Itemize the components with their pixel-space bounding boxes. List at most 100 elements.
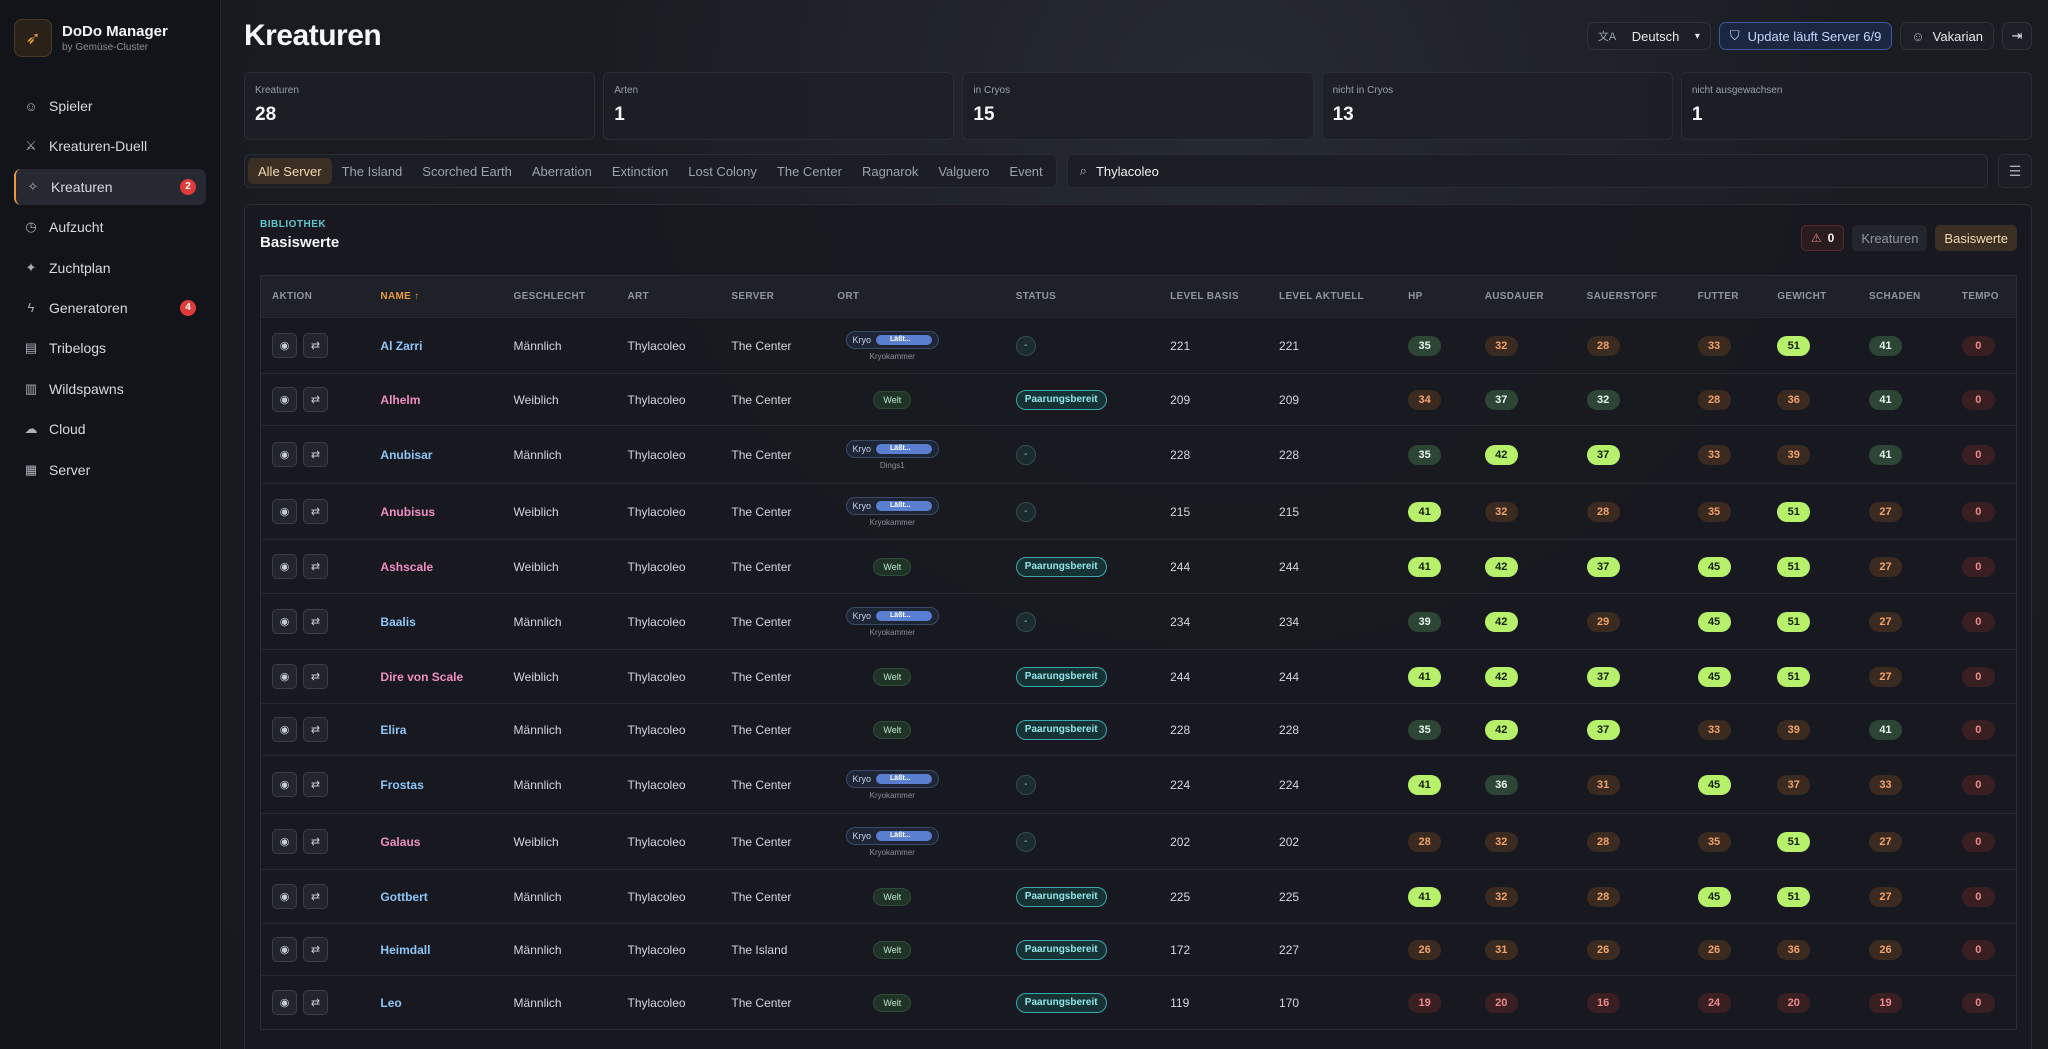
stat-cell: 42 <box>1474 426 1576 484</box>
creature-name-link[interactable]: Galaus <box>380 835 420 849</box>
logout-button[interactable]: ⇥ <box>2002 22 2032 50</box>
breed-button[interactable]: ⇄ <box>303 829 328 854</box>
cryo-pod-badge: Kryo Läßt... <box>845 769 940 788</box>
search-input[interactable] <box>1095 163 1975 179</box>
breed-button[interactable]: ⇄ <box>303 990 328 1015</box>
breed-button[interactable]: ⇄ <box>303 333 328 358</box>
view-button[interactable]: ◉ <box>272 333 297 358</box>
stat-value: 13 <box>1332 104 1354 125</box>
breed-button[interactable]: ⇄ <box>303 772 328 797</box>
view-button[interactable]: ◉ <box>272 387 297 412</box>
tab-server[interactable]: Alle Server <box>248 158 332 184</box>
creature-name-link[interactable]: Dire von Scale <box>380 670 463 684</box>
creature-name-link[interactable]: Gottbert <box>380 890 427 904</box>
view-button[interactable]: ◉ <box>272 717 297 742</box>
tab-server[interactable]: Extinction <box>602 158 678 184</box>
swap-icon: ⇄ <box>310 340 321 352</box>
view-button[interactable]: ◉ <box>272 554 297 579</box>
eye-icon: ◉ <box>279 340 290 352</box>
breed-button[interactable]: ⇄ <box>303 442 328 467</box>
breed-button[interactable]: ⇄ <box>303 554 328 579</box>
sidebar-item-zuchtplan[interactable]: ✦ Zuchtplan <box>14 250 206 286</box>
creature-name-link[interactable]: Al Zarri <box>380 339 422 353</box>
stat-cell: 45 <box>1687 870 1767 924</box>
sidebar-item-server[interactable]: ▦ Server <box>14 452 206 488</box>
tab-server[interactable]: Event <box>999 158 1052 184</box>
sidebar-item-wildspawns[interactable]: ▥ Wildspawns <box>14 371 206 407</box>
sidebar-item-kreaturen-duell[interactable]: ⚔ Kreaturen-Duell <box>14 128 206 164</box>
table-row[interactable]: ◉ ⇄ Dire von Scale Weiblich Thylacoleo The Ce… <box>260 649 2017 704</box>
filter-button[interactable]: ☰ <box>1998 154 2032 188</box>
breed-button[interactable]: ⇄ <box>303 387 328 412</box>
location: Welt <box>837 887 947 906</box>
table-row[interactable]: ◉ ⇄ Galaus Weiblich Thylacoleo The Center Kryo… <box>260 813 2017 870</box>
row-actions: ◉ ⇄ <box>272 884 369 909</box>
sidebar-item-generatoren[interactable]: ϟ Generatoren 4 <box>14 290 206 326</box>
table-row[interactable]: ◉ ⇄ Al Zarri Männlich Thylacoleo The Center Kr… <box>260 317 2017 374</box>
view-basiswerte-toggle[interactable]: Basiswerte <box>1935 225 2017 251</box>
language-select[interactable]: 文A Deutsch ▾ <box>1586 22 1711 50</box>
stat-cell: 39 <box>1397 594 1474 650</box>
view-kreaturen-toggle[interactable]: Kreaturen <box>1852 225 1928 251</box>
view-button[interactable]: ◉ <box>272 829 297 854</box>
sidebar-item-kreaturen[interactable]: ✧ Kreaturen 2 <box>14 168 206 205</box>
tab-server[interactable]: The Island <box>332 158 413 184</box>
tab-server[interactable]: Valguero <box>928 158 999 184</box>
view-button[interactable]: ◉ <box>272 772 297 797</box>
sidebar-item-spieler[interactable]: ☺ Spieler <box>14 88 206 124</box>
creature-name-link[interactable]: Frostas <box>380 778 423 792</box>
tab-server[interactable]: Ragnarok <box>852 158 928 184</box>
user-menu-button[interactable]: ☺ Vakarian <box>1900 22 1994 50</box>
table-row[interactable]: ◉ ⇄ Ashscale Weiblich Thylacoleo The Center We… <box>260 539 2017 594</box>
table-row[interactable]: ◉ ⇄ Leo Männlich Thylacoleo The Center Welt Paa… <box>260 975 2017 1030</box>
table-row[interactable]: ◉ ⇄ Baalis Männlich Thylacoleo The Center Kryo… <box>260 593 2017 650</box>
eye-icon: ◉ <box>279 671 290 683</box>
creature-name-link[interactable]: Elira <box>380 723 406 737</box>
eye-icon: ◉ <box>279 779 290 791</box>
table-header-row: AKTION NAME ↑ GESCHLECHT ART SERVER ORT STATUS… <box>260 275 2017 318</box>
view-button[interactable]: ◉ <box>272 609 297 634</box>
creature-name-link[interactable]: Anubisar <box>380 448 432 462</box>
table-row[interactable]: ◉ ⇄ Frostas Männlich Thylacoleo The Center Kry… <box>260 755 2017 814</box>
stat-value-pill: 51 <box>1777 556 1811 577</box>
tab-server[interactable]: Lost Colony <box>678 158 767 184</box>
table-row[interactable]: ◉ ⇄ Alhelm Weiblich Thylacoleo The Center Welt… <box>260 373 2017 426</box>
tab-server[interactable]: Scorched Earth <box>412 158 522 184</box>
creature-name-link[interactable]: Anubisus <box>380 505 435 519</box>
creature-name-link[interactable]: Baalis <box>380 615 415 629</box>
stat-value-pill: 28 <box>1586 501 1620 522</box>
creature-name-link[interactable]: Leo <box>380 996 401 1010</box>
stat-value-pill: 27 <box>1869 831 1903 852</box>
tab-server[interactable]: Aberration <box>522 158 602 184</box>
sidebar-item-tribelogs[interactable]: ▤ Tribelogs <box>14 330 206 366</box>
sidebar-item-cloud[interactable]: ☁ Cloud <box>14 411 206 447</box>
breed-button[interactable]: ⇄ <box>303 937 328 962</box>
breed-button[interactable]: ⇄ <box>303 664 328 689</box>
view-button[interactable]: ◉ <box>272 664 297 689</box>
creature-name-link[interactable]: Ashscale <box>380 560 433 574</box>
tab-server[interactable]: The Center <box>767 158 852 184</box>
update-status-button[interactable]: ⛉ Update läuft Server 6/9 <box>1718 22 1893 50</box>
brand[interactable]: ➶ DoDo Manager by Gemüse-Cluster <box>14 16 206 60</box>
view-button[interactable]: ◉ <box>272 499 297 524</box>
view-button[interactable]: ◉ <box>272 442 297 467</box>
view-button[interactable]: ◉ <box>272 990 297 1015</box>
view-button[interactable]: ◉ <box>272 937 297 962</box>
view-button[interactable]: ◉ <box>272 884 297 909</box>
table-row[interactable]: ◉ ⇄ Elira Männlich Thylacoleo The Center Welt P… <box>260 703 2017 756</box>
creature-name-link[interactable]: Alhelm <box>380 393 420 407</box>
table-row[interactable]: ◉ ⇄ Heimdall Männlich Thylacoleo The Island We… <box>260 923 2017 976</box>
stat-value-pill: 0 <box>1961 774 1995 795</box>
table-row[interactable]: ◉ ⇄ Anubisar Männlich Thylacoleo The Center Kr… <box>260 425 2017 484</box>
breed-button[interactable]: ⇄ <box>303 884 328 909</box>
column-header[interactable]: NAME ↑ <box>369 276 502 318</box>
breed-button[interactable]: ⇄ <box>303 499 328 524</box>
breed-button[interactable]: ⇄ <box>303 717 328 742</box>
warning-filter-button[interactable]: ⚠ 0 <box>1800 225 1845 251</box>
breed-button[interactable]: ⇄ <box>303 609 328 634</box>
sidebar-item-aufzucht[interactable]: ◷ Aufzucht <box>14 209 206 245</box>
table-row[interactable]: ◉ ⇄ Gottbert Männlich Thylacoleo The Center We… <box>260 869 2017 924</box>
creature-name-link[interactable]: Heimdall <box>380 943 430 957</box>
table-row[interactable]: ◉ ⇄ Anubisus Weiblich Thylacoleo The Center Kr… <box>260 483 2017 540</box>
stat-value: 28 <box>255 104 277 125</box>
